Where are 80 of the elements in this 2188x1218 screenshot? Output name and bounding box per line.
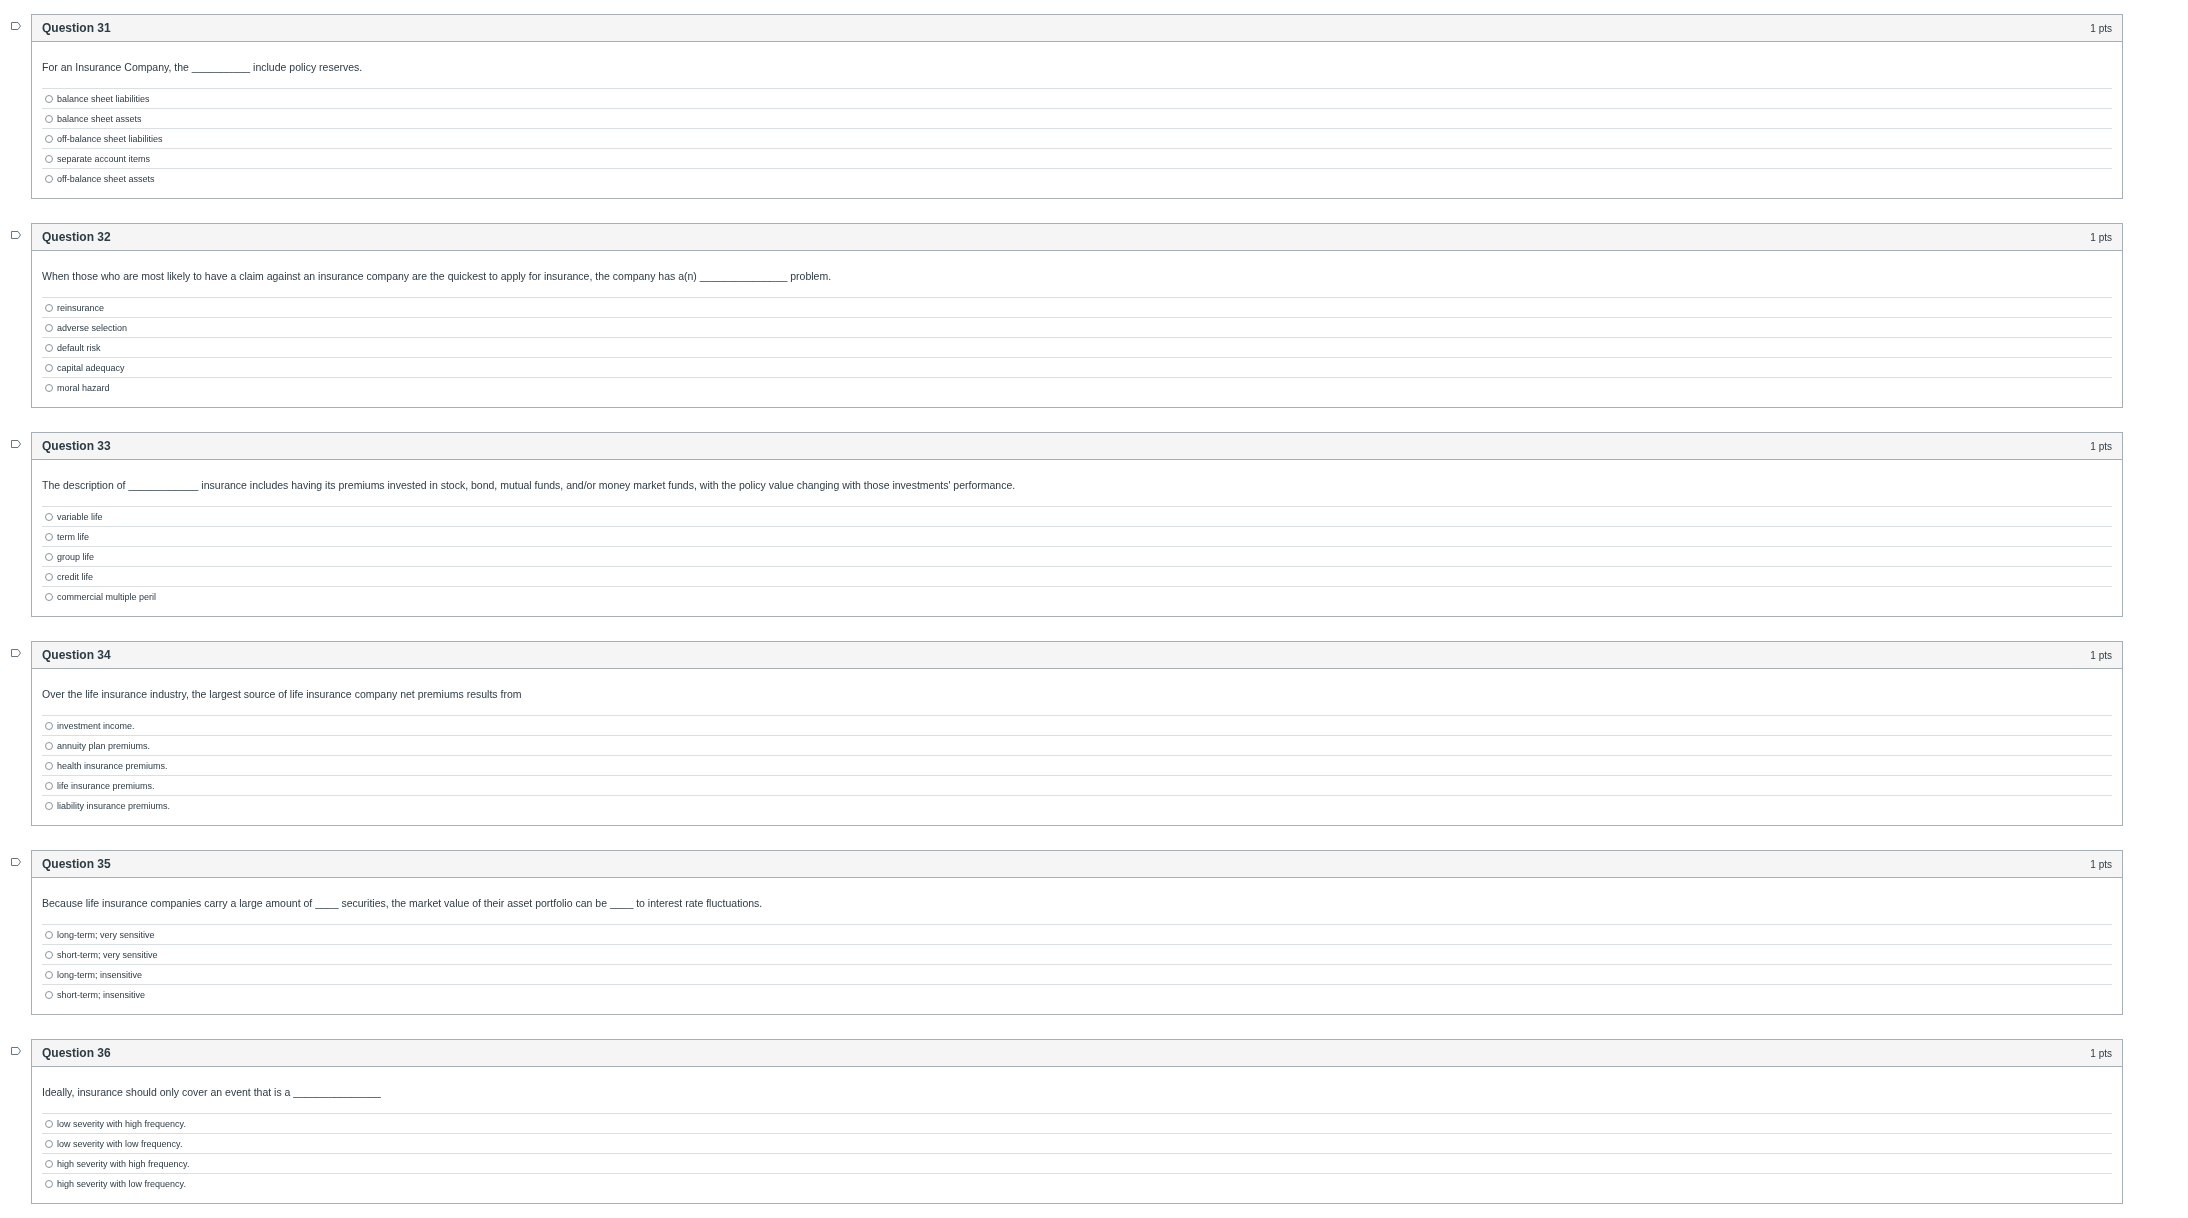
points-label: 1 pts	[2090, 649, 2112, 661]
question-title: Question 32	[42, 230, 111, 244]
option-label[interactable]: separate account items	[57, 153, 151, 164]
radio-button[interactable]	[45, 383, 53, 392]
option-label[interactable]: reinsurance	[57, 302, 105, 313]
option-label[interactable]: long-term; insensitive	[57, 969, 143, 980]
points-label: 1 pts	[2090, 231, 2112, 243]
radio-button[interactable]	[45, 303, 53, 312]
question-title: Question 36	[42, 1046, 111, 1060]
radio-button[interactable]	[45, 512, 53, 521]
radio-button[interactable]	[45, 134, 53, 143]
radio-button[interactable]	[45, 1119, 53, 1128]
option-label[interactable]: variable life	[57, 511, 103, 522]
radio-button[interactable]	[45, 114, 53, 123]
radio-button[interactable]	[45, 174, 53, 183]
points-label: 1 pts	[2090, 1047, 2112, 1059]
radio-button[interactable]	[45, 323, 53, 332]
option-label[interactable]: default risk	[57, 342, 101, 353]
question-title: Question 31	[42, 21, 111, 35]
option-label[interactable]: moral hazard	[57, 382, 110, 393]
option-label[interactable]: low severity with high frequency.	[57, 1118, 186, 1129]
question-title: Question 35	[42, 857, 111, 871]
question-text: Because life insurance companies carry a large amount of ____ securities, the market value of their asset portfolio can be ____ to interest rate fluctuations.	[42, 896, 764, 910]
option-label[interactable]: long-term; very sensitive	[57, 929, 155, 940]
option-label[interactable]: credit life	[57, 571, 93, 582]
radio-button[interactable]	[45, 552, 53, 561]
radio-button[interactable]	[45, 343, 53, 352]
option-label[interactable]: balance sheet liabilities	[57, 93, 150, 104]
question-text: For an Insurance Company, the __________ include policy reserves.	[42, 60, 364, 74]
option-label[interactable]: group life	[57, 551, 95, 562]
radio-button[interactable]	[45, 990, 53, 999]
radio-button[interactable]	[45, 572, 53, 581]
option-label[interactable]: health insurance premiums.	[57, 760, 168, 771]
points-label: 1 pts	[2090, 858, 2112, 870]
flag-icon[interactable]	[10, 231, 21, 239]
flag-icon[interactable]	[10, 440, 21, 448]
option-label[interactable]: short-term; very sensitive	[57, 949, 158, 960]
radio-button[interactable]	[45, 532, 53, 541]
radio-button[interactable]	[45, 1179, 53, 1188]
flag-icon[interactable]	[10, 22, 21, 30]
radio-button[interactable]	[45, 154, 53, 163]
question-text: Ideally, insurance should only cover an event that is a _______________	[42, 1085, 382, 1099]
question-text: When those who are most likely to have a claim against an insurance company are the quickest to apply for insurance, the company has a(n) _______________ problem.	[42, 269, 833, 283]
option-label[interactable]: liability insurance premiums.	[57, 800, 171, 811]
option-label[interactable]: term life	[57, 531, 89, 542]
question-text: Over the life insurance industry, the largest source of life insurance company net premiums results from	[42, 687, 523, 701]
points-label: 1 pts	[2090, 22, 2112, 34]
option-label[interactable]: annuity plan premiums.	[57, 740, 151, 751]
option-label[interactable]: high severity with high frequency.	[57, 1158, 190, 1169]
option-label[interactable]: life insurance premiums.	[57, 780, 155, 791]
option-label[interactable]: balance sheet assets	[57, 113, 142, 124]
radio-button[interactable]	[45, 94, 53, 103]
points-label: 1 pts	[2090, 440, 2112, 452]
radio-button[interactable]	[45, 781, 53, 790]
option-label[interactable]: low severity with low frequency.	[57, 1138, 183, 1149]
option-label[interactable]: short-term; insensitive	[57, 989, 146, 1000]
question-title: Question 33	[42, 439, 111, 453]
option-label[interactable]: off-balance sheet liabilities	[57, 133, 163, 144]
option-label[interactable]: commercial multiple peril	[57, 591, 157, 602]
radio-button[interactable]	[45, 721, 53, 730]
radio-button[interactable]	[45, 592, 53, 601]
radio-button[interactable]	[45, 363, 53, 372]
radio-button[interactable]	[45, 1139, 53, 1148]
radio-button[interactable]	[45, 950, 53, 959]
radio-button[interactable]	[45, 930, 53, 939]
radio-button[interactable]	[45, 741, 53, 750]
radio-button[interactable]	[45, 970, 53, 979]
option-label[interactable]: investment income.	[57, 720, 135, 731]
option-label[interactable]: capital adequacy	[57, 362, 125, 373]
radio-button[interactable]	[45, 801, 53, 810]
flag-icon[interactable]	[10, 1047, 21, 1055]
option-label[interactable]: high severity with low frequency.	[57, 1178, 186, 1189]
flag-icon[interactable]	[10, 649, 21, 657]
question-text: The description of ____________ insurance includes having its premiums invested in stock, bond, mutual funds, and/or money market funds, with the policy value changing with those investments' performance.	[42, 478, 1017, 492]
radio-button[interactable]	[45, 761, 53, 770]
question-title: Question 34	[42, 648, 111, 662]
flag-icon[interactable]	[10, 858, 21, 866]
option-label[interactable]: adverse selection	[57, 322, 128, 333]
radio-button[interactable]	[45, 1159, 53, 1168]
option-label[interactable]: off-balance sheet assets	[57, 173, 155, 184]
